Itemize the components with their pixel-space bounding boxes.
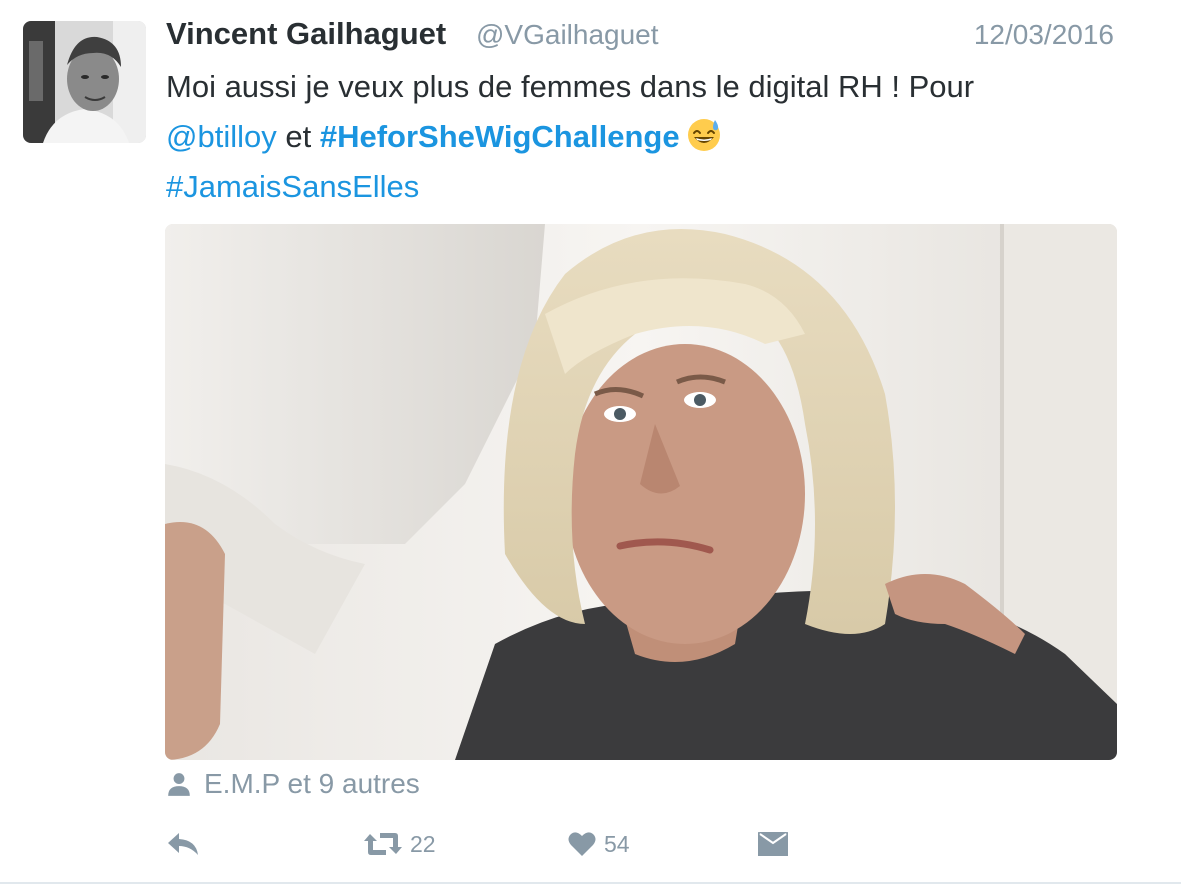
- hashtag-link-jamaissanselles[interactable]: #JamaisSansElles: [166, 169, 419, 204]
- direct-message-button[interactable]: [758, 824, 788, 864]
- tweet-date[interactable]: 12/03/2016: [974, 19, 1114, 51]
- reply-button[interactable]: [166, 824, 200, 864]
- connector-word: et: [285, 119, 312, 154]
- tweet-text-line-2: @btilloy et #HeforSheWigChallenge: [166, 112, 1116, 162]
- hashtag-link-heforshewigchallenge[interactable]: #HeforSheWigChallenge: [320, 119, 680, 154]
- photo-image: [165, 224, 1117, 760]
- author-avatar[interactable]: [23, 21, 146, 143]
- envelope-icon: [758, 832, 788, 856]
- tweet-photo[interactable]: [165, 224, 1117, 760]
- avatar-photo: [23, 21, 146, 143]
- author-handle[interactable]: @VGailhaguet: [476, 19, 659, 51]
- tweet-text-line-3: #JamaisSansElles: [166, 162, 1116, 212]
- retweet-icon: [364, 833, 402, 855]
- like-count: 54: [604, 830, 630, 857]
- tweet-text: Moi aussi je veux plus de femmes dans le…: [166, 62, 1116, 212]
- likers-summary[interactable]: E.M.P et 9 autres: [166, 766, 420, 802]
- grinning-sweat-emoji-icon: [687, 119, 720, 151]
- reply-icon: [168, 833, 198, 855]
- heart-icon: [568, 832, 596, 856]
- mention-link[interactable]: @btilloy: [166, 119, 277, 154]
- tweet-actions: 22 54: [166, 824, 866, 864]
- like-button[interactable]: 54: [568, 824, 630, 864]
- tweet-header: Vincent Gailhaguet @VGailhaguet 12/03/20…: [166, 14, 1116, 58]
- author-name[interactable]: Vincent Gailhaguet: [166, 16, 446, 52]
- person-icon: [168, 773, 190, 796]
- likers-text: E.M.P et 9 autres: [204, 768, 420, 799]
- retweet-button[interactable]: 22: [364, 824, 436, 864]
- tweet-text-line-1: Moi aussi je veux plus de femmes dans le…: [166, 69, 975, 104]
- tweet-divider: [0, 882, 1181, 884]
- retweet-count: 22: [410, 830, 436, 857]
